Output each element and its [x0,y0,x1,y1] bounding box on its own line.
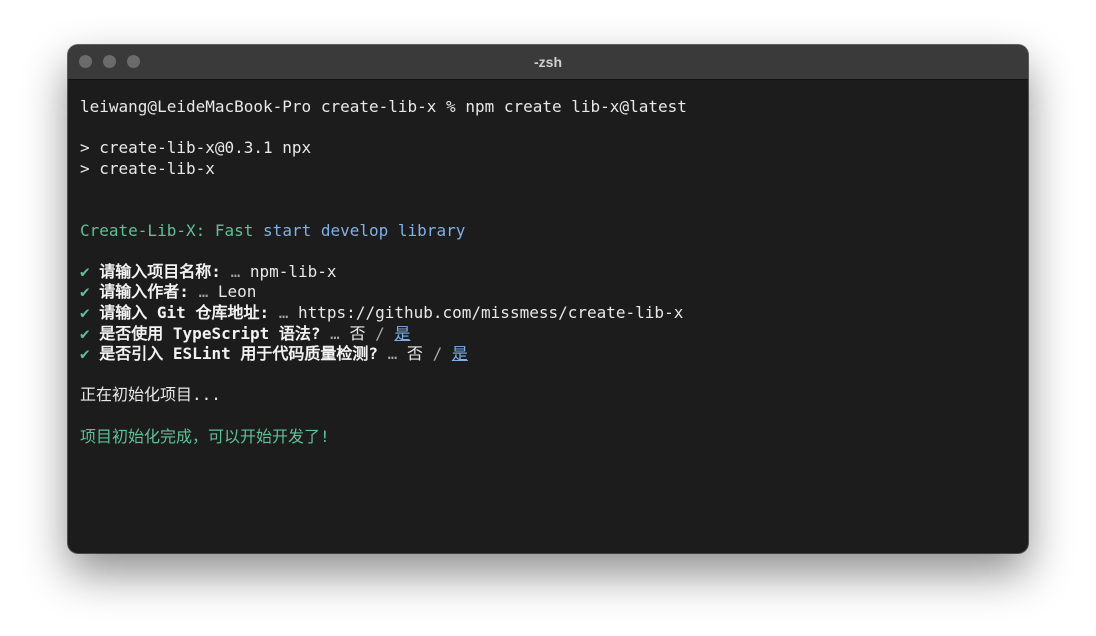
banner-name: Create-Lib-X: [80,220,206,240]
answer: https://github.com/missmess/create-lib-x [298,302,684,322]
question-label: 是否引入 ESLint 用于代码质量检测? [99,344,378,364]
question-label: 是否使用 TypeScript 语法? [99,323,321,343]
option-no: 否 [406,344,423,364]
question-line: ✔ 请输入项目名称: … npm-lib-x [80,262,1016,283]
question-line: ✔ 是否使用 TypeScript 语法? … 否 / 是 [80,324,1016,345]
check-icon: ✔ [80,261,90,281]
ellipsis: … [278,302,289,322]
answer: npm-lib-x [249,261,337,281]
question-line: ✔ 是否引入 ESLint 用于代码质量检测? … 否 / 是 [80,344,1016,365]
check-icon: ✔ [80,323,90,343]
ellipsis: … [330,323,340,343]
banner-fast: Fast [214,220,254,240]
option-separator: / [375,323,385,343]
question-line: ✔ 请输入 Git 仓库地址: … https://github.com/mis… [80,303,1016,324]
banner-tagline: start develop library [263,220,466,240]
question-label: 请输入作者: [99,282,189,302]
option-separator: / [432,344,443,364]
npx-line: > create-lib-x@0.3.1 npx [80,138,312,158]
done-line: 项目初始化完成，可以开始开发了! [80,426,330,446]
window-title: -zsh [534,54,562,70]
option-yes: 是 [394,323,411,343]
ellipsis: … [230,261,241,281]
check-icon: ✔ [80,344,90,364]
question-label: 请输入项目名称: [99,261,221,281]
title-bar[interactable]: -zsh [68,45,1028,80]
check-icon: ✔ [80,302,90,322]
prompt-line: leiwang@LeideMacBook-Pro create-lib-x % … [80,97,687,116]
ellipsis: … [387,344,398,364]
banner-line: Create-Lib-X: Fast start develop library [80,221,1016,242]
initializing-line: 正在初始化项目... [80,385,221,405]
check-icon: ✔ [80,282,90,302]
terminal-output[interactable]: leiwang@LeideMacBook-Pro create-lib-x % … [68,80,1028,447]
option-no: 否 [349,323,366,343]
question-line: ✔ 请输入作者: … Leon [80,282,1016,303]
answer: Leon [217,282,257,302]
question-label: 请输入 Git 仓库地址: [99,302,270,322]
ellipsis: … [198,282,209,302]
option-yes: 是 [451,344,468,364]
npx-line: > create-lib-x [80,158,215,178]
terminal-window: -zsh leiwang@LeideMacBook-Pro create-lib… [68,45,1028,553]
